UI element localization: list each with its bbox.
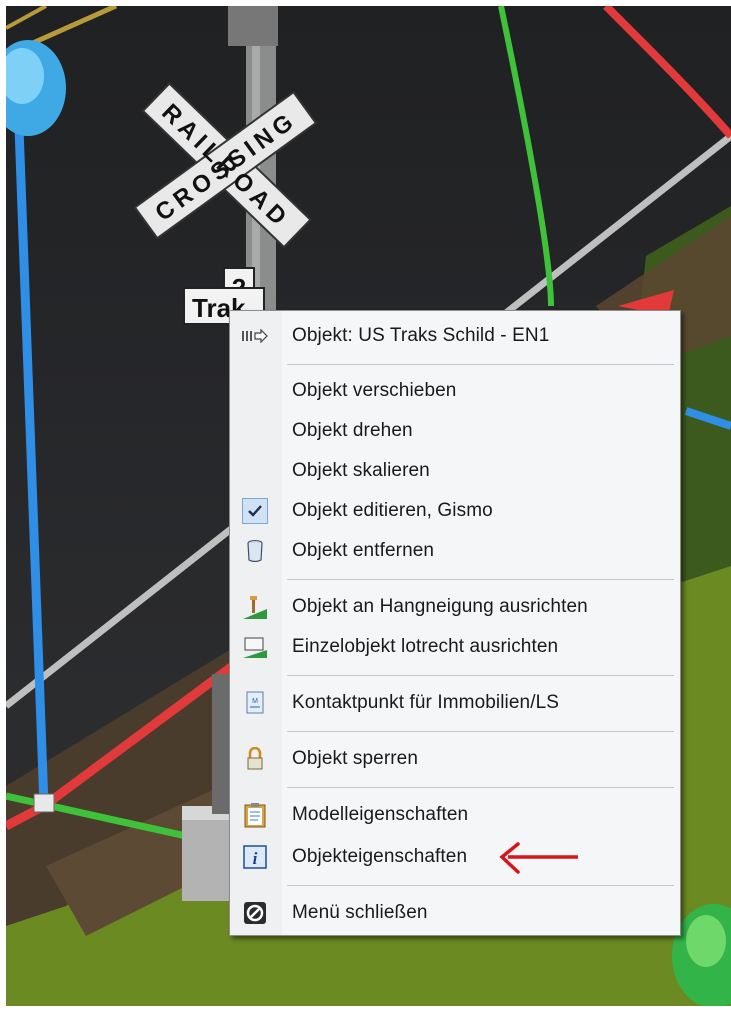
menu-item-edit-gismo[interactable]: Objekt editieren, Gismo: [230, 494, 680, 528]
menu-item-label: Objekt drehen: [292, 420, 413, 441]
menu-separator: [287, 885, 674, 886]
menu-item-label: Objekt skalieren: [292, 460, 430, 481]
menu-item-remove-object[interactable]: Objekt entfernen: [230, 534, 680, 568]
menu-item-align-vertical[interactable]: Einzelobjekt lotrecht ausrichten: [230, 630, 680, 664]
gizmo-y-axis: [498, 6, 554, 307]
menu-item-label: Objekt entfernen: [292, 540, 435, 561]
menu-item-label: Objekt sperren: [292, 748, 419, 769]
object-arrow-icon: [242, 323, 268, 349]
menu-item-lock-object[interactable]: Objekt sperren: [230, 742, 680, 776]
menu-item-label: Objekteigenschaften: [292, 846, 468, 867]
menu-item-object-header[interactable]: Objekt: US Traks Schild - EN1: [230, 319, 680, 353]
menu-item-label: Objekt an Hangneigung ausrichten: [292, 596, 588, 617]
menu-header-label: Objekt: US Traks Schild - EN1: [292, 325, 550, 346]
trash-bin-icon: [242, 538, 268, 564]
menu-item-scale-object[interactable]: Objekt skalieren: [230, 454, 680, 488]
checkmark-icon: [242, 498, 268, 524]
menu-separator: [287, 579, 674, 580]
info-icon: i: [242, 844, 268, 870]
clipboard-icon: [242, 802, 268, 828]
close-circle-icon: [242, 900, 268, 926]
menu-separator: [287, 675, 674, 676]
padlock-icon: [242, 746, 268, 772]
vertical-align-icon: [242, 634, 268, 660]
menu-item-align-slope[interactable]: Objekt an Hangneigung ausrichten: [230, 590, 680, 624]
menu-item-model-properties[interactable]: Modelleigenschaften: [230, 798, 680, 832]
menu-separator: [287, 731, 674, 732]
menu-item-object-properties[interactable]: i Objekteigenschaften: [230, 840, 680, 874]
context-menu: Objekt: US Traks Schild - EN1 Objekt ver…: [229, 310, 681, 936]
menu-item-label: Kontaktpunkt für Immobilien/LS: [292, 692, 560, 713]
menu-item-label: Menü schließen: [292, 902, 428, 923]
railroad-crossing-sign: RAILROAD CROSSING: [133, 82, 318, 249]
menu-item-label: Objekt editieren, Gismo: [292, 500, 493, 521]
menu-separator: [287, 787, 674, 788]
svg-text:M: M: [252, 698, 258, 705]
annotation-arrow-icon: [499, 842, 578, 874]
menu-item-close-menu[interactable]: Menü schließen: [230, 896, 680, 930]
svg-text:i: i: [253, 849, 258, 868]
menu-item-rotate-object[interactable]: Objekt drehen: [230, 414, 680, 448]
menu-item-label: Modelleigenschaften: [292, 804, 469, 825]
menu-item-move-object[interactable]: Objekt verschieben: [230, 374, 680, 408]
menu-item-label: Objekt verschieben: [292, 380, 457, 401]
menu-item-contact-point[interactable]: M Kontaktpunkt für Immobilien/LS: [230, 686, 680, 720]
menu-item-label: Einzelobjekt lotrecht ausrichten: [292, 636, 559, 657]
menu-separator: [287, 364, 674, 365]
contact-point-icon: M: [242, 690, 268, 716]
slope-align-icon: [242, 594, 268, 620]
